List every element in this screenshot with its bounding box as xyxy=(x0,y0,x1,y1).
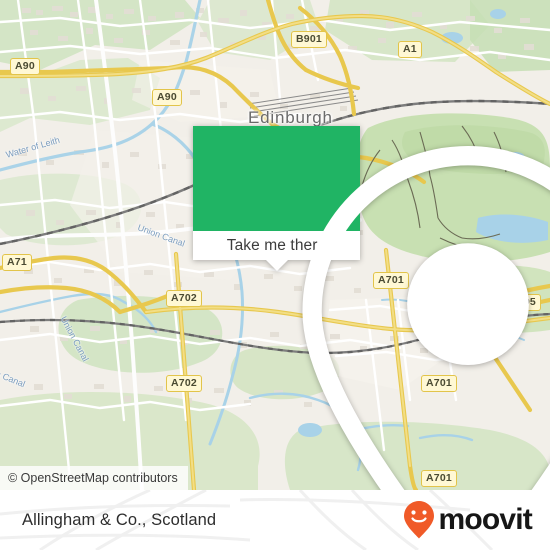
road-shield-a90[interactable]: A90 xyxy=(152,89,182,106)
road-shield-a90[interactable]: A90 xyxy=(10,58,40,75)
popup-pointer xyxy=(265,260,288,271)
moovit-wordmark: moovit xyxy=(438,503,532,536)
map-pin-icon xyxy=(302,146,550,490)
location-popup-card[interactable]: Take me there xyxy=(193,126,550,490)
road-shield-b901[interactable]: B901 xyxy=(291,31,327,48)
place-title: Allingham & Co., Scotland xyxy=(22,510,217,529)
map-page: Edinburgh Water of Leith Union Canal Uni… xyxy=(0,0,550,550)
osm-attribution: © OpenStreetMap contributors xyxy=(0,466,188,490)
footer-bar: Allingham & Co., Scotland moovit xyxy=(0,490,550,550)
moovit-smiley-pin-icon xyxy=(404,501,435,539)
road-shield-a1[interactable]: A1 xyxy=(398,41,422,58)
road-shield-a71[interactable]: A71 xyxy=(2,254,32,271)
popup-icon-area xyxy=(193,126,550,490)
footer-content: Allingham & Co., Scotland moovit xyxy=(0,490,550,550)
map-canvas[interactable]: Edinburgh Water of Leith Union Canal Uni… xyxy=(0,0,550,490)
osm-attribution-text: © OpenStreetMap contributors xyxy=(8,471,178,485)
moovit-brand[interactable]: moovit xyxy=(402,500,533,540)
city-label-edinburgh: Edinburgh xyxy=(248,108,333,127)
